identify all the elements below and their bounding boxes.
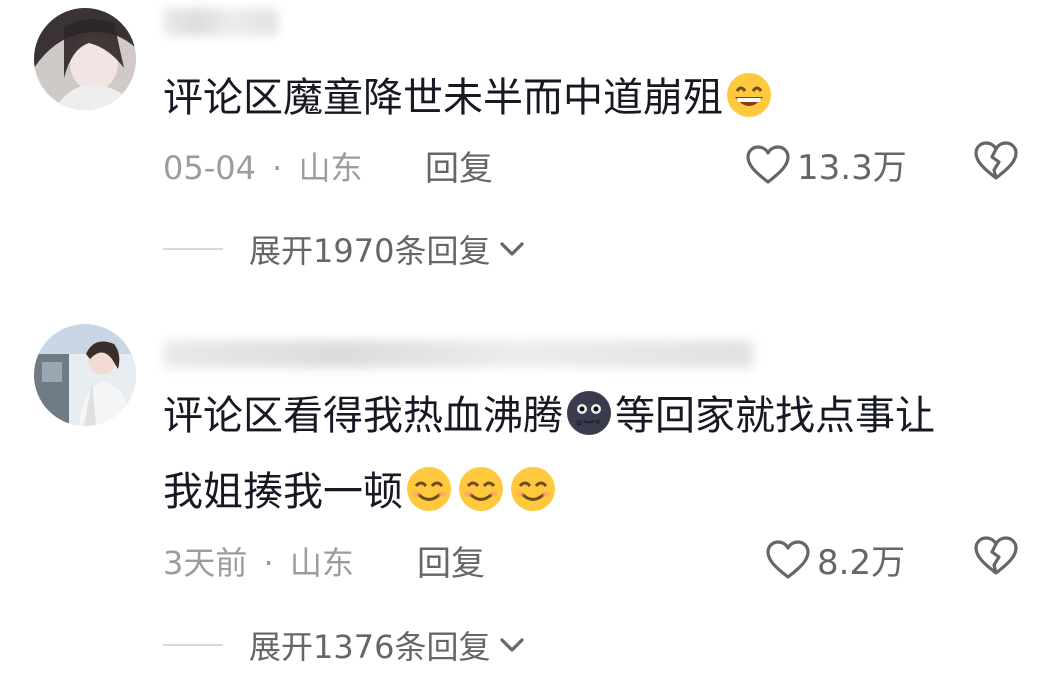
grinning-emoji-icon [725, 71, 773, 119]
dislike-button[interactable] [973, 140, 1019, 186]
comment-text: 评论区看得我热血沸腾 等回家就找点事让 [163, 383, 935, 449]
comment-location: 山东 [298, 149, 363, 187]
smiling-emoji-icon [457, 465, 505, 513]
comment-text: 评论区魔童降世未半而中道崩殂 [163, 65, 775, 131]
broken-heart-icon [974, 536, 1018, 575]
like-count: 13.3万 [797, 148, 907, 188]
comment-location: 山东 [289, 544, 354, 582]
avatar[interactable] [34, 324, 136, 426]
comment-date: 05-04 [163, 149, 256, 187]
chevron-down-icon [500, 242, 525, 256]
expand-replies-button[interactable]: 展开1970条回复 [163, 226, 526, 272]
avatar[interactable] [34, 8, 136, 110]
smiling-emoji-icon [509, 465, 557, 513]
comment-text-line2: 我姐揍我一顿 [163, 459, 559, 525]
username-blurred[interactable] [163, 8, 278, 36]
expand-replies-label: 展开1970条回复 [249, 232, 491, 270]
reply-button[interactable]: 回复 [425, 141, 493, 190]
comment-meta: 3天前 · 山东 [163, 538, 354, 584]
meta-separator: · [272, 149, 283, 187]
like-button[interactable]: 13.3万 [745, 140, 907, 189]
username-blurred[interactable] [163, 340, 753, 368]
chevron-down-icon [500, 638, 525, 652]
reply-button[interactable]: 回复 [417, 536, 485, 585]
like-button[interactable]: 8.2万 [765, 535, 905, 584]
expand-replies-button[interactable]: 展开1376条回复 [163, 622, 526, 668]
heart-outline-icon [746, 144, 790, 184]
expand-replies-label: 展开1376条回复 [249, 628, 491, 666]
divider-line [163, 248, 223, 250]
like-count: 8.2万 [817, 543, 906, 583]
dark-moon-emoji-icon [565, 389, 613, 437]
dislike-button[interactable] [973, 535, 1019, 581]
broken-heart-icon [974, 141, 1018, 180]
comment-meta: 05-04 · 山东 [163, 143, 363, 189]
smiling-emoji-icon [405, 465, 453, 513]
comment-date: 3天前 [163, 544, 248, 582]
meta-separator: · [263, 544, 274, 582]
heart-outline-icon [766, 539, 810, 579]
divider-line [163, 644, 223, 646]
